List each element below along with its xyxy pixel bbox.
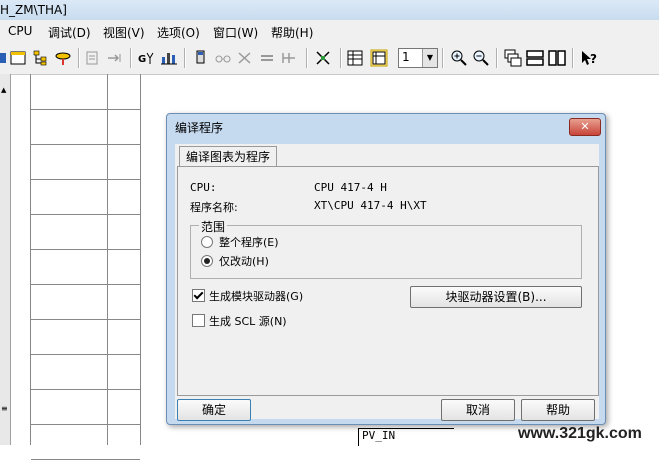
table-icon[interactable] xyxy=(346,49,364,67)
dialog-title: 编译程序 xyxy=(175,121,224,135)
grid-row xyxy=(31,424,140,460)
view-icon[interactable] xyxy=(370,49,388,67)
vertical-scrollbar[interactable]: ▲ ≡ xyxy=(0,74,11,445)
compile-program-dialog: 编译程序 ✕ 编译图表为程序 CPU: CPU 417-4 H 程序名称: XT… xyxy=(166,113,606,425)
grid-row xyxy=(31,284,140,320)
radio-changes-only[interactable] xyxy=(201,255,213,267)
program-value: XT\CPU 417-4 H\XT xyxy=(314,199,427,212)
block-driver-settings-button[interactable]: 块驱动器设置(B)... xyxy=(410,286,582,308)
link-icon[interactable] xyxy=(54,49,72,67)
generate-block-driver-checkbox[interactable] xyxy=(192,289,205,302)
grid-row xyxy=(31,109,140,145)
dialog-body: 编译图表为程序 CPU: CPU 417-4 H 程序名称: XT\CPU 41… xyxy=(175,144,599,421)
pv-in-label: PV_IN xyxy=(358,428,454,446)
grid-row xyxy=(31,144,140,180)
radio-changes-only-label[interactable]: 仅改动(H) xyxy=(219,253,269,269)
arrow-icon[interactable] xyxy=(106,49,124,67)
compare-icon[interactable] xyxy=(280,49,298,67)
menu-bar: CPU 调试(D) 视图(V) 选项(O) 窗口(W) 帮助(H) xyxy=(0,20,659,42)
monitor-icon[interactable]: G xyxy=(138,49,156,67)
svg-text:?: ? xyxy=(590,52,597,66)
window-title: H_ZM\THA] xyxy=(0,3,67,17)
menu-cpu[interactable]: CPU xyxy=(8,24,32,38)
program-label: 程序名称: xyxy=(190,201,238,214)
download-icon[interactable] xyxy=(192,49,210,67)
split-icon[interactable] xyxy=(314,49,332,67)
ok-button[interactable]: 确定 xyxy=(177,399,251,421)
zoom-select[interactable]: 1 ▼ xyxy=(398,48,438,68)
tree-icon[interactable] xyxy=(32,49,50,67)
menu-help[interactable]: 帮助(H) xyxy=(271,24,313,41)
menu-debug[interactable]: 调试(D) xyxy=(48,24,91,41)
grid-row xyxy=(31,214,140,250)
window-icon[interactable] xyxy=(10,49,28,67)
close-button[interactable]: ✕ xyxy=(569,118,601,136)
radio-whole-program-label[interactable]: 整个程序(E) xyxy=(219,234,279,250)
help-icon[interactable]: ? xyxy=(580,49,598,67)
watermark: www.321gk.com xyxy=(518,425,642,442)
menu-view[interactable]: 视图(V) xyxy=(103,24,145,41)
menu-window[interactable]: 窗口(W) xyxy=(213,24,258,41)
glasses-icon[interactable] xyxy=(214,49,232,67)
edit-icon[interactable] xyxy=(236,49,254,67)
stack-icon[interactable] xyxy=(84,49,102,67)
zoom-in-icon[interactable] xyxy=(450,49,468,67)
zoom-value: 1 xyxy=(402,50,410,64)
grid-row xyxy=(31,179,140,215)
generate-scl-source-label[interactable]: 生成 SCL 源(N) xyxy=(209,313,287,329)
grid-row xyxy=(31,354,140,390)
menu-options[interactable]: 选项(O) xyxy=(157,24,200,41)
cancel-button[interactable]: 取消 xyxy=(441,399,515,421)
window-title-bar: H_ZM\THA] xyxy=(0,0,659,20)
grid-row xyxy=(31,74,140,110)
toolbar: G 1 ▼ ? xyxy=(0,42,659,75)
zoom-out-icon[interactable] xyxy=(472,49,490,67)
background-grid xyxy=(30,74,141,460)
close-icon: ✕ xyxy=(580,120,590,133)
scope-title: 范围 xyxy=(199,218,228,235)
cpu-value: CPU 417-4 H xyxy=(314,181,387,194)
scroll-grip-icon[interactable]: ≡ xyxy=(1,404,8,413)
rows-icon[interactable] xyxy=(258,49,276,67)
tab-panel: CPU: CPU 417-4 H 程序名称: XT\CPU 417-4 H\XT… xyxy=(177,166,599,396)
radio-whole-program[interactable] xyxy=(201,236,213,248)
svg-text:G: G xyxy=(138,54,146,65)
chevron-up-icon[interactable]: ▲ xyxy=(1,86,6,94)
cpu-label: CPU: xyxy=(190,181,217,194)
grid-row xyxy=(31,389,140,425)
tile-h-icon[interactable] xyxy=(526,49,544,67)
cascade-icon[interactable] xyxy=(504,49,522,67)
generate-scl-source-checkbox[interactable] xyxy=(192,314,205,327)
chart-icon[interactable] xyxy=(160,49,178,67)
tile-v-icon[interactable] xyxy=(548,49,566,67)
generate-block-driver-label[interactable]: 生成模块驱动器(G) xyxy=(209,288,303,304)
help-button[interactable]: 帮助 xyxy=(521,399,595,421)
scope-groupbox: 范围 整个程序(E) 仅改动(H) xyxy=(190,218,582,279)
tab-compile-chart[interactable]: 编译图表为程序 xyxy=(179,146,278,167)
chevron-down-icon[interactable]: ▼ xyxy=(422,49,437,67)
grid-row xyxy=(31,319,140,355)
grid-row xyxy=(31,249,140,285)
